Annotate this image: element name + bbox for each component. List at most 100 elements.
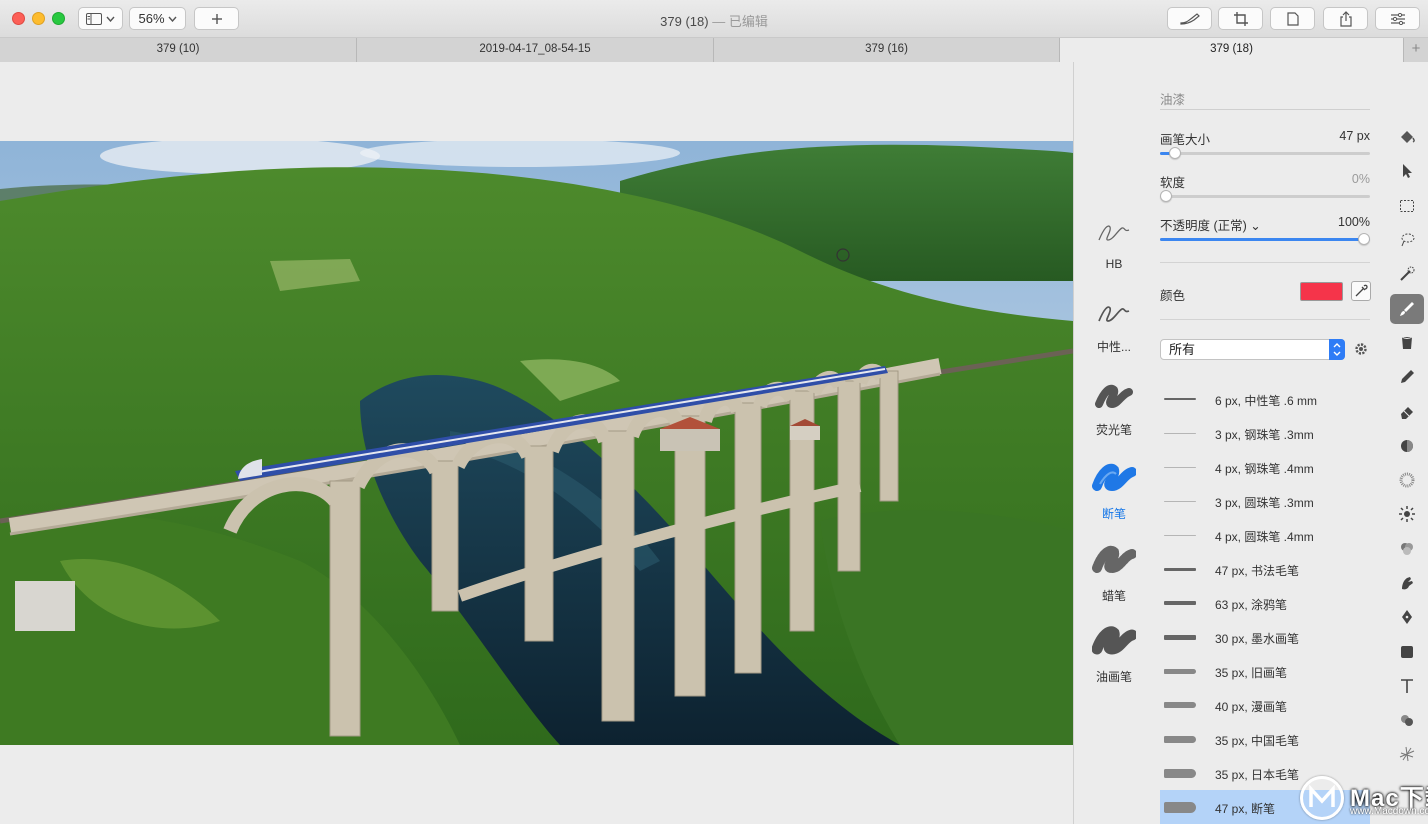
share-button[interactable] <box>1323 7 1368 30</box>
brush-item[interactable]: 63 px, 涂鸦笔 <box>1160 586 1370 620</box>
burn-icon <box>1401 439 1413 452</box>
brush-stroke-preview <box>1164 601 1196 605</box>
brush-stroke-preview <box>1164 736 1196 743</box>
document-button[interactable] <box>1270 7 1315 30</box>
divider <box>1160 109 1370 110</box>
brush-stroke-preview <box>1164 568 1196 571</box>
tab-label: 379 (18) <box>1210 43 1253 55</box>
brush-stroke-preview <box>1164 398 1196 400</box>
tab-2019-04-17[interactable]: 2019-04-17_08-54-15 <box>357 38 714 62</box>
fill-tool[interactable] <box>1390 328 1424 358</box>
crop-button[interactable] <box>1218 7 1263 30</box>
slider-knob[interactable] <box>1160 190 1172 202</box>
pen-tool[interactable] <box>1390 602 1424 632</box>
color-swatch[interactable] <box>1300 282 1343 301</box>
brush-item[interactable]: 3 px, 圆珠笔 .3mm <box>1160 484 1370 518</box>
brush-name: 4 px, 圆珠笔 .4mm <box>1215 530 1314 544</box>
opacity-label[interactable]: 不透明度 (正常) ⌄ <box>1160 215 1261 234</box>
sharpen-icon <box>1399 506 1415 523</box>
brush-item[interactable]: 30 px, 墨水画笔 <box>1160 620 1370 654</box>
color-tool[interactable] <box>1390 534 1424 564</box>
brush-name: 4 px, 钢珠笔 .4mm <box>1215 462 1314 476</box>
sharpen-tool[interactable] <box>1390 499 1424 529</box>
preset-hb[interactable]: HB <box>1074 218 1154 271</box>
smudge-icon <box>1402 576 1413 590</box>
shape-tool[interactable] <box>1390 637 1424 667</box>
preset-highlighter[interactable]: 荧光笔 <box>1074 380 1154 438</box>
brush-item[interactable]: 6 px, 中性笔 .6 mm <box>1160 382 1370 416</box>
opacity-slider[interactable] <box>1160 233 1370 245</box>
brush-name: 3 px, 钢珠笔 .3mm <box>1215 428 1314 442</box>
rect-select-tool[interactable] <box>1390 191 1424 221</box>
brush-stroke-preview <box>1164 769 1196 778</box>
burn-tool[interactable] <box>1390 431 1424 461</box>
new-tab-button[interactable]: + <box>1404 38 1428 62</box>
effects-tool[interactable] <box>1390 739 1424 769</box>
brush-icon <box>1400 301 1414 316</box>
adjustments-button[interactable] <box>1375 7 1420 30</box>
brush-category-value: 所有 <box>1169 342 1196 357</box>
clone-icon <box>1401 715 1413 727</box>
gear-icon[interactable] <box>1353 341 1369 357</box>
lasso-icon <box>1401 233 1415 247</box>
preset-neutral-pen[interactable]: 中性... <box>1074 299 1154 355</box>
tab-379-18[interactable]: 379 (18) <box>1060 38 1404 62</box>
eyedropper-icon <box>1355 284 1368 297</box>
fill-icon <box>1401 336 1413 349</box>
section-title: 油漆 <box>1160 93 1186 107</box>
tab-379-10[interactable]: 379 (10) <box>0 38 357 62</box>
blur-tool[interactable] <box>1390 465 1424 495</box>
sliders-icon <box>1390 12 1405 25</box>
lasso-tool[interactable] <box>1390 225 1424 255</box>
brush-name: 35 px, 旧画笔 <box>1215 666 1288 680</box>
tab-379-16[interactable]: 379 (16) <box>714 38 1060 62</box>
brush-name: 3 px, 圆珠笔 .3mm <box>1215 496 1314 510</box>
canvas-area[interactable] <box>0 62 1073 824</box>
eyedropper-button[interactable] <box>1351 281 1371 301</box>
preset-crayon[interactable]: 蜡笔 <box>1074 542 1154 604</box>
effects-icon <box>1399 747 1415 762</box>
slider-knob[interactable] <box>1168 147 1181 159</box>
pen-icon <box>1402 610 1412 625</box>
brush-item[interactable]: 47 px, 书法毛笔 <box>1160 552 1370 586</box>
preset-label: 蜡笔 <box>1101 589 1126 603</box>
brush-stroke-preview <box>1164 433 1196 434</box>
preset-oil-brush[interactable]: 油画笔 <box>1074 623 1154 685</box>
brush-name: 30 px, 墨水画笔 <box>1215 632 1300 646</box>
brush-name: 40 px, 漫画笔 <box>1215 700 1288 714</box>
pencil-tool[interactable] <box>1390 362 1424 392</box>
brush-stroke-preview <box>1164 535 1196 536</box>
text-tool[interactable] <box>1390 671 1424 701</box>
tab-label: 379 (10) <box>156 43 200 55</box>
brush-tool[interactable] <box>1390 293 1424 324</box>
brush-stroke-preview <box>1164 467 1196 468</box>
brush-item[interactable]: 4 px, 钢珠笔 .4mm <box>1160 450 1370 484</box>
brush-size-slider[interactable] <box>1160 147 1370 159</box>
preset-label: 断笔 <box>1101 507 1126 521</box>
preset-broken-pen[interactable]: 断笔 <box>1074 460 1154 522</box>
slider-knob[interactable] <box>1358 233 1370 245</box>
brush-name: 35 px, 日本毛笔 <box>1215 768 1300 782</box>
brush-item[interactable]: 3 px, 钢珠笔 .3mm <box>1160 416 1370 450</box>
pointer-tool[interactable] <box>1390 156 1424 186</box>
clone-tool[interactable] <box>1390 705 1424 735</box>
eraser-tool[interactable] <box>1390 396 1424 426</box>
brush-item[interactable]: 35 px, 中国毛笔 <box>1160 722 1370 756</box>
brush-item[interactable]: 4 px, 圆珠笔 .4mm <box>1160 518 1370 552</box>
magic-select-icon <box>1400 266 1415 281</box>
brush-item[interactable]: 40 px, 漫画笔 <box>1160 688 1370 722</box>
viaduct-photo[interactable] <box>0 141 1073 745</box>
document-icon <box>1286 11 1299 26</box>
window-title: 379 (18) — 已编辑 <box>0 11 1428 30</box>
pencil-icon <box>1401 370 1414 384</box>
smudge-tool[interactable] <box>1390 568 1424 598</box>
share-icon <box>1339 10 1352 27</box>
brush-category-select[interactable]: 所有 <box>1160 339 1345 360</box>
magic-select-tool[interactable] <box>1390 259 1424 289</box>
softness-slider[interactable] <box>1160 190 1370 202</box>
paint-bucket-tool[interactable] <box>1390 122 1424 152</box>
tab-label: 379 (16) <box>865 43 908 55</box>
markup-button[interactable] <box>1167 7 1212 30</box>
brush-item[interactable]: 35 px, 旧画笔 <box>1160 654 1370 688</box>
softness-label: 软度 <box>1160 176 1186 190</box>
